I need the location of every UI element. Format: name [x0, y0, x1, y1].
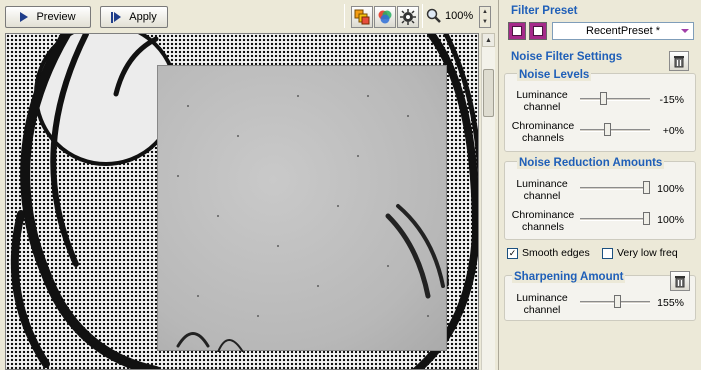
sharpening-value: 155%	[657, 297, 684, 309]
magnifier-icon	[426, 8, 441, 23]
noise-levels-title: Noise Levels	[517, 69, 592, 81]
settings-panel: Filter Preset RecentPreset * Noise Filte…	[498, 0, 701, 370]
empty-checkbox-icon	[602, 247, 613, 259]
chrominance-label: Chrominance channels	[511, 209, 575, 233]
save-preset-button[interactable]	[508, 22, 526, 40]
smooth-edges-label: Smooth edges	[522, 247, 590, 259]
color-wheel-button[interactable]	[374, 6, 396, 28]
zoom-spinner[interactable]: ▲ ▼	[479, 6, 491, 28]
trash-icon	[674, 55, 684, 67]
chrominance-level-value: +0%	[662, 125, 684, 137]
luminance-reduction-value: 100%	[657, 183, 684, 195]
preview-label: Preview	[36, 11, 76, 23]
slider-thumb[interactable]	[604, 123, 611, 136]
chrominance-label: Chrominance channels	[511, 120, 575, 144]
chevron-down-icon	[681, 29, 689, 33]
preview-region	[157, 65, 447, 353]
trash-icon	[675, 275, 685, 287]
reset-noise-button[interactable]	[669, 51, 689, 71]
toolbar: Preview Apply 100% ▲ ▼	[0, 0, 499, 32]
image-canvas[interactable]	[5, 33, 479, 370]
spin-up-icon[interactable]: ▲	[480, 7, 490, 17]
luminance-level-slider[interactable]	[580, 92, 650, 106]
zoom-value: 100%	[445, 10, 474, 22]
chrominance-reduction-slider[interactable]	[580, 212, 650, 226]
smooth-edges-checkbox[interactable]: ✓ Smooth edges	[507, 247, 590, 259]
settings-gear-icon	[400, 9, 416, 25]
chrominance-level-slider[interactable]	[580, 123, 650, 137]
sharpening-slider[interactable]	[580, 295, 650, 309]
reset-sharpening-button[interactable]	[670, 271, 690, 291]
checkmark-icon: ✓	[507, 247, 518, 259]
apply-icon	[111, 11, 122, 23]
play-icon	[20, 12, 29, 22]
vertical-scrollbar[interactable]: ▲	[481, 33, 495, 370]
toolbar-separator	[422, 4, 423, 28]
noise-reduction-group: Noise Reduction Amounts Luminance channe…	[504, 157, 696, 240]
noise-reduction-title: Noise Reduction Amounts	[517, 157, 665, 169]
luminance-level-value: -15%	[659, 94, 684, 106]
sharpening-group: Sharpening Amount Luminance channel 155%	[504, 271, 696, 321]
toolbar-separator	[344, 4, 345, 28]
scroll-up-icon[interactable]: ▲	[482, 33, 495, 47]
luminance-label: Luminance channel	[516, 292, 568, 316]
slider-thumb[interactable]	[614, 295, 621, 308]
very-low-freq-checkbox[interactable]: Very low freq	[602, 247, 678, 259]
luminance-label: Luminance channel	[516, 178, 568, 202]
save-as-preset-button[interactable]	[529, 22, 547, 40]
sharpening-title: Sharpening Amount	[512, 271, 626, 283]
noise-levels-group: Noise Levels Luminance channel -15% Chro…	[504, 69, 696, 152]
preset-dropdown[interactable]: RecentPreset *	[552, 22, 694, 40]
slider-thumb[interactable]	[600, 92, 607, 105]
floppy-icon	[512, 26, 522, 36]
layers-button[interactable]	[351, 6, 373, 28]
noise-filter-title: Noise Filter Settings	[511, 51, 623, 63]
apply-label: Apply	[129, 11, 157, 23]
color-wheel-icon	[378, 10, 392, 24]
luminance-label: Luminance channel	[516, 89, 568, 113]
preview-button[interactable]: Preview	[5, 6, 91, 28]
luminance-reduction-slider[interactable]	[580, 181, 650, 195]
very-low-freq-label: Very low freq	[617, 247, 678, 259]
settings-button[interactable]	[397, 6, 419, 28]
preset-value: RecentPreset *	[586, 25, 660, 37]
filter-preset-title: Filter Preset	[511, 5, 578, 17]
layers-icon	[354, 9, 370, 25]
noise-speckles	[176, 95, 445, 353]
chrominance-reduction-value: 100%	[657, 214, 684, 226]
spin-down-icon[interactable]: ▼	[480, 17, 490, 27]
scroll-thumb[interactable]	[483, 69, 494, 117]
floppy-icon	[533, 26, 543, 36]
apply-button[interactable]: Apply	[100, 6, 168, 28]
